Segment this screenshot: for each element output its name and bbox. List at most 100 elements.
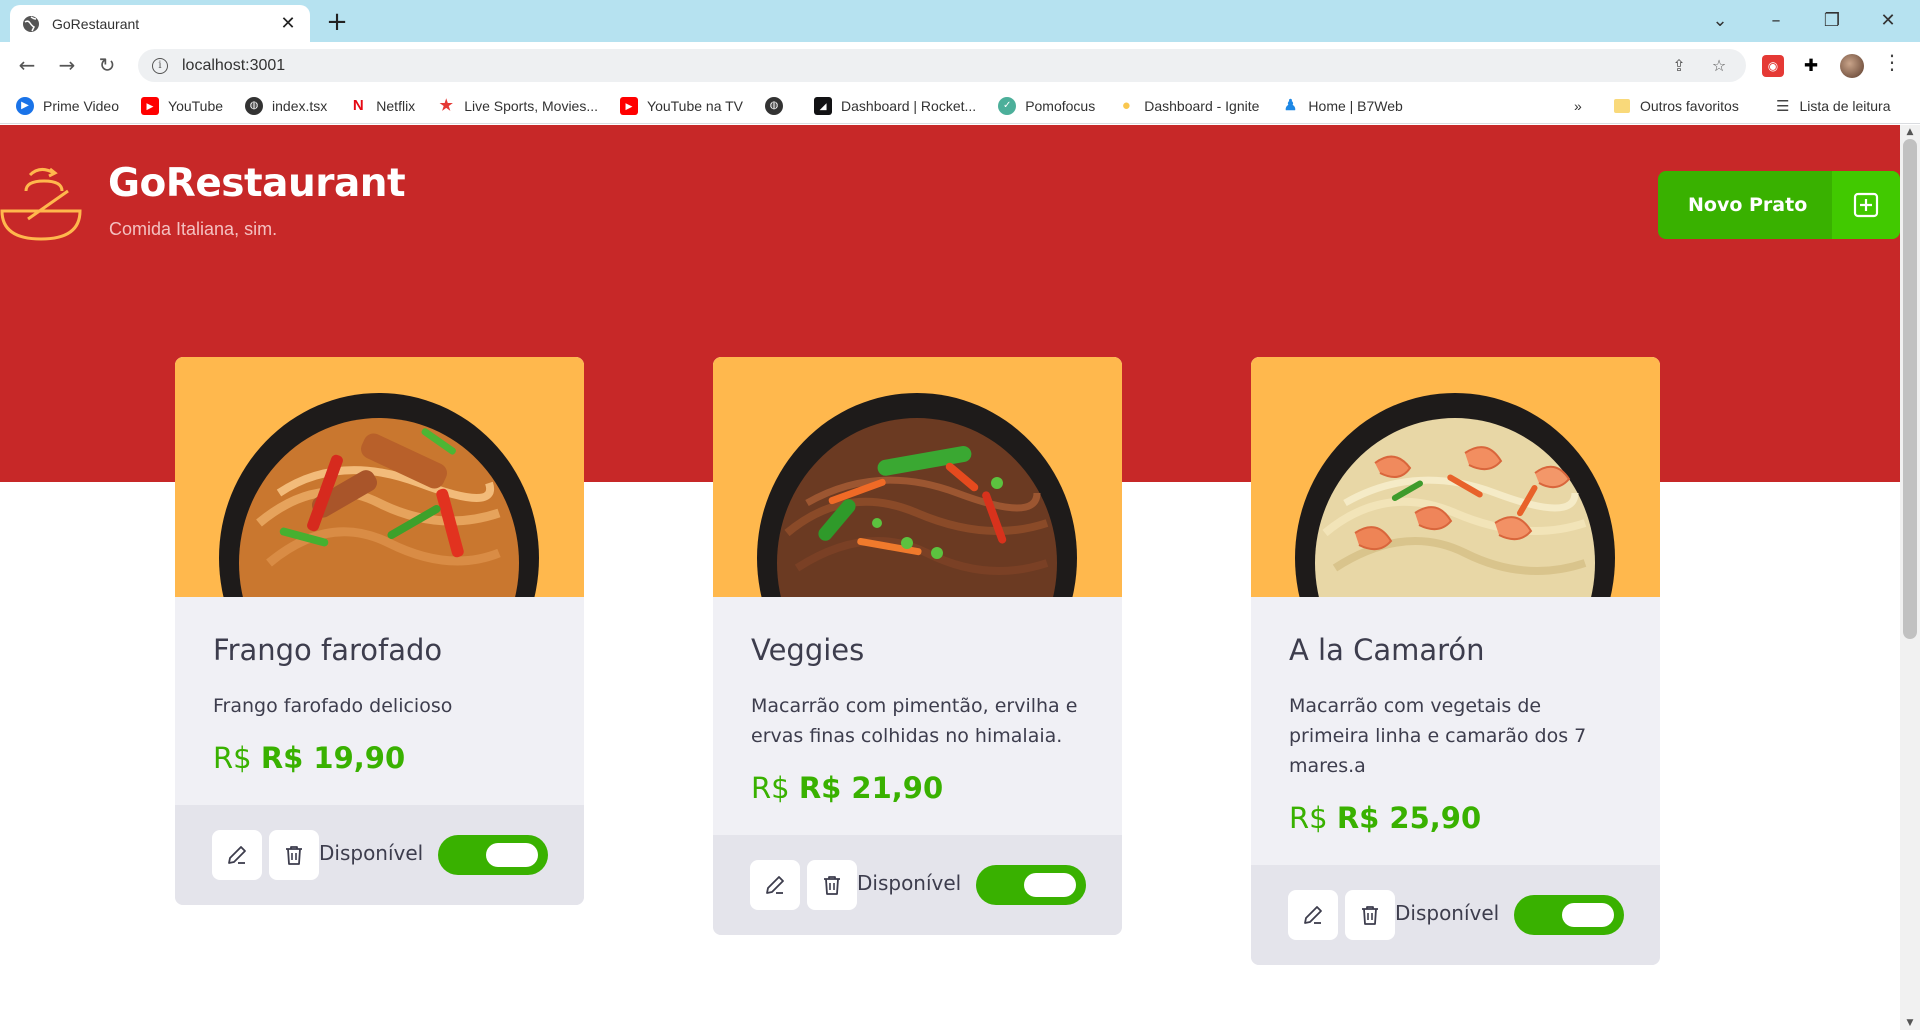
tab-search-icon[interactable]: ⌄ [1700, 4, 1740, 38]
restore-button[interactable]: ❐ [1812, 4, 1852, 38]
bookmark-item[interactable]: ✓ Pomofocus [998, 96, 1095, 115]
delete-dish-button[interactable] [269, 830, 319, 880]
delete-dish-button[interactable] [807, 860, 857, 910]
extensions-puzzle-icon[interactable]: ✚ [1797, 52, 1825, 80]
dish-description: Macarrão com pimentão, ervilha e ervas f… [751, 695, 1078, 747]
bookmarks-bar: ▶ Prime Video ▶ YouTube ◍ index.tsx N Netflix ★ L… [0, 88, 1920, 124]
new-tab-button[interactable]: + [322, 8, 352, 38]
bookmark-label: Netflix [376, 97, 416, 114]
close-tab-icon[interactable]: ✕ [278, 13, 298, 34]
reading-list-button[interactable]: ☰ Lista de leitura [1776, 88, 1891, 124]
bookmark-item[interactable]: ▶ Prime Video [16, 96, 120, 115]
minimize-button[interactable]: – [1756, 4, 1796, 38]
price-value: R$ 25,90 [1336, 801, 1482, 835]
bookmark-item[interactable]: ● Dashboard - Ignite [1117, 96, 1260, 115]
bulb-icon: ● [1121, 96, 1131, 114]
address-bar[interactable]: i localhost:3001 ⇪ ☆ [138, 49, 1746, 82]
bookmark-item[interactable]: ▶ YouTube na TV [620, 96, 743, 115]
dish-info: A la Camarón Macarrão com vegetais de pr… [1251, 597, 1660, 865]
youtube-icon: ▶ [620, 96, 639, 115]
dish-photo-noodles-veggies [757, 393, 1077, 597]
bookmark-item[interactable]: ◍ [765, 96, 792, 115]
availability-toggle[interactable] [1514, 895, 1624, 935]
scroll-down-arrow[interactable]: ▼ [1900, 1018, 1920, 1028]
price-currency: R$ [213, 741, 252, 775]
availability-label: Disponível [1395, 901, 1500, 925]
dish-description: Frango farofado delicioso [213, 695, 453, 717]
extension-icon[interactable]: ◉ [1762, 55, 1784, 77]
browser-toolbar: ← → ↻ i localhost:3001 ⇪ ☆ ◉ ✚ ⋮ [0, 42, 1920, 88]
pencil-icon [766, 876, 784, 894]
other-bookmarks-label: Outros favoritos [1640, 98, 1739, 114]
youtube-icon: ▶ [141, 96, 160, 115]
plus-square-icon [1832, 171, 1900, 239]
dish-card: Veggies Macarrão com pimentão, ervilha e… [713, 357, 1122, 935]
dish-card: Frango farofado Frango farofado delicios… [175, 357, 584, 905]
trash-icon [824, 876, 840, 895]
bookmark-label: index.tsx [272, 97, 328, 114]
browser-tab-bar: GoRestaurant ✕ + ⌄ – ❐ ✕ [0, 0, 1920, 42]
tab-title: GoRestaurant [52, 15, 140, 32]
share-icon[interactable]: ⇪ [1666, 56, 1692, 75]
bookmark-star-icon[interactable]: ☆ [1706, 56, 1732, 75]
globe-icon [23, 15, 39, 32]
availability-label: Disponível [857, 871, 962, 895]
dish-price: R$ R$ 19,90 [213, 741, 548, 775]
scroll-up-arrow[interactable]: ▲ [1900, 127, 1920, 137]
netflix-icon: N [352, 96, 364, 114]
site-info-icon[interactable]: i [152, 57, 168, 74]
bookmark-item[interactable]: N Netflix [349, 97, 415, 115]
bookmark-item[interactable]: ★ Live Sports, Movies... [437, 97, 598, 115]
browser-tab[interactable]: GoRestaurant ✕ [10, 5, 310, 42]
price-value: R$ 19,90 [260, 741, 406, 775]
price-currency: R$ [1289, 801, 1328, 835]
back-button[interactable]: ← [12, 50, 42, 80]
dish-name: Veggies [751, 633, 865, 667]
bookmark-label: Dashboard - Ignite [1144, 97, 1260, 114]
toggle-knob [1024, 873, 1076, 897]
dish-actions: Disponível [175, 805, 584, 905]
trash-icon [286, 846, 302, 865]
bookmark-label: Home | B7Web [1308, 97, 1403, 114]
availability-label: Disponível [319, 841, 424, 865]
edit-dish-button[interactable] [750, 860, 800, 910]
bookmark-item[interactable]: ♟ Home | B7Web [1281, 96, 1403, 115]
availability-toggle[interactable] [438, 835, 548, 875]
page-scrollbar[interactable]: ▲ ▼ [1900, 125, 1920, 1030]
bookmark-item[interactable]: ▶ YouTube [141, 96, 224, 115]
forward-button[interactable]: → [52, 50, 82, 80]
brand-title: GoRestaurant [108, 161, 406, 206]
page-content: GoRestaurant Comida Italiana, sim. Novo … [0, 125, 1900, 1030]
bookmark-label: Dashboard | Rocket... [841, 97, 977, 114]
dish-actions: Disponível [1251, 865, 1660, 965]
scroll-thumb[interactable] [1903, 139, 1917, 639]
availability-toggle[interactable] [976, 865, 1086, 905]
bowl-logo-icon [0, 167, 82, 241]
bookmark-item[interactable]: ◢ Dashboard | Rocket... [814, 96, 977, 115]
dish-price: R$ R$ 25,90 [1289, 801, 1624, 835]
profile-avatar[interactable] [1840, 54, 1864, 78]
price-currency: R$ [751, 771, 790, 805]
reading-list-icon: ☰ [1776, 98, 1790, 115]
url-text[interactable]: localhost:3001 [182, 57, 1652, 75]
bookmark-item[interactable]: ◍ index.tsx [245, 96, 328, 115]
more-bookmarks-button[interactable]: » [1574, 88, 1582, 124]
dish-image [175, 357, 584, 597]
dish-photo-noodles-chicken [219, 393, 539, 597]
browser-menu-icon[interactable]: ⋮ [1882, 50, 1902, 74]
edit-dish-button[interactable] [212, 830, 262, 880]
b7web-icon: ♟ [1283, 96, 1298, 114]
dish-description: Macarrão com vegetais de primeira linha … [1289, 695, 1587, 777]
reload-button[interactable]: ↻ [92, 50, 122, 80]
bookmark-label: YouTube [168, 97, 224, 114]
delete-dish-button[interactable] [1345, 890, 1395, 940]
edit-dish-button[interactable] [1288, 890, 1338, 940]
globe-icon: ◍ [765, 96, 784, 115]
other-bookmarks-folder[interactable]: Outros favoritos [1614, 88, 1739, 124]
new-dish-button[interactable]: Novo Prato [1658, 171, 1900, 239]
close-window-button[interactable]: ✕ [1868, 4, 1908, 38]
bookmark-label: Prime Video [43, 97, 120, 114]
brand-tagline: Comida Italiana, sim. [109, 219, 278, 239]
bookmark-label: Live Sports, Movies... [464, 97, 599, 114]
dish-name: A la Camarón [1289, 633, 1485, 667]
